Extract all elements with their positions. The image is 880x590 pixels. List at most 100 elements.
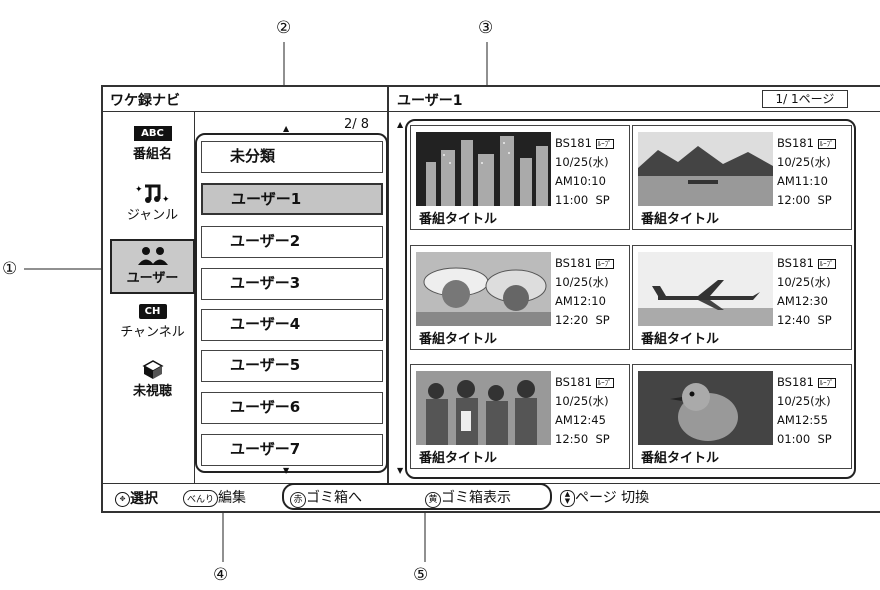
schedule-icon: ﾙｰﾌﾟ bbox=[817, 258, 836, 269]
footer-edit: べんり 編集 bbox=[183, 487, 246, 507]
recording-card[interactable]: BS181 ﾙｰﾌﾟ 10/25(水) AM10:10 11:00 SP 番組タイトル bbox=[410, 125, 630, 230]
screen-title: ワケ録ナビ bbox=[110, 93, 180, 109]
start-time: AM12:30 bbox=[777, 294, 828, 308]
sidebar-item-label: 未視聴 bbox=[132, 384, 172, 399]
footer-trash-show: 黄ゴミ箱表示 bbox=[425, 487, 511, 508]
recording-card[interactable]: BS181 ﾙｰﾌﾟ 10/25(水) AM11:10 12:00 SP 番組タイトル bbox=[632, 125, 852, 230]
recording-card[interactable]: BS181 ﾙｰﾌﾟ 10/25(水) AM12:30 12:40 SP 番組タイトル bbox=[632, 245, 852, 350]
sidebar-item-label: チャンネル bbox=[120, 325, 185, 340]
start-time: AM11:10 bbox=[777, 174, 828, 188]
start-time: AM12:10 bbox=[555, 294, 606, 308]
thumbnail-image bbox=[638, 371, 773, 445]
footer-trash: 赤ゴミ箱へ bbox=[290, 487, 362, 508]
end-time: 12:40 bbox=[777, 313, 811, 327]
program-title: 番組タイトル bbox=[419, 332, 498, 347]
dpad-icon: ✥ bbox=[115, 491, 130, 507]
start-time: AM10:10 bbox=[555, 174, 606, 188]
music-genre-icon: ✦ ✦ bbox=[135, 184, 170, 204]
start-time: AM12:55 bbox=[777, 413, 828, 427]
users-icon bbox=[137, 247, 168, 265]
channel-label: BS181 bbox=[777, 375, 814, 389]
program-title: 番組タイトル bbox=[419, 451, 498, 466]
program-title: 番組タイトル bbox=[419, 212, 498, 227]
svg-text:✦: ✦ bbox=[162, 195, 170, 204]
sidebar-item-title[interactable]: ABC 番組名 bbox=[110, 120, 195, 182]
date-label: 10/25(水) bbox=[777, 155, 831, 169]
recording-meta: BS181 ﾙｰﾌﾟ 10/25(水) AM12:55 01:00 SP bbox=[777, 373, 836, 449]
scroll-down-icon[interactable]: ▼ bbox=[283, 466, 289, 475]
recording-meta: BS181 ﾙｰﾌﾟ 10/25(水) AM10:10 11:00 SP bbox=[555, 134, 614, 210]
sidebar-item-label: 番組名 bbox=[132, 147, 172, 162]
rec-mode: SP bbox=[817, 193, 832, 207]
yellow-key-icon: 黄 bbox=[425, 492, 441, 508]
grid-scroll-down-icon[interactable]: ▼ bbox=[397, 466, 403, 475]
page-updown-icon: ▲ ▼ bbox=[560, 489, 575, 507]
program-title: 番組タイトル bbox=[641, 451, 720, 466]
select-label: 選択 bbox=[130, 491, 158, 507]
thumbnail-image bbox=[638, 252, 773, 326]
date-label: 10/25(水) bbox=[777, 275, 831, 289]
channel-label: BS181 bbox=[555, 256, 592, 270]
folder-item[interactable]: ユーザー7 bbox=[201, 434, 383, 466]
trash-show-label: ゴミ箱表示 bbox=[441, 490, 511, 506]
start-time: AM12:45 bbox=[555, 413, 606, 427]
folder-item[interactable]: 未分類 bbox=[201, 141, 383, 173]
rec-mode: SP bbox=[817, 313, 832, 327]
date-label: 10/25(水) bbox=[555, 275, 609, 289]
end-time: 12:50 bbox=[555, 432, 589, 446]
sidebar-item-label: ジャンル bbox=[126, 208, 179, 223]
date-label: 10/25(水) bbox=[555, 155, 609, 169]
date-label: 10/25(水) bbox=[777, 394, 831, 408]
rec-mode: SP bbox=[595, 313, 610, 327]
channel-label: BS181 bbox=[777, 136, 814, 150]
scroll-up-icon[interactable]: ▲ bbox=[283, 124, 289, 133]
sidebar-item-channel[interactable]: CH チャンネル bbox=[110, 300, 195, 356]
thumbnail-image bbox=[416, 132, 551, 206]
folder-title: ユーザー1 bbox=[397, 93, 463, 109]
trash-label: ゴミ箱へ bbox=[306, 490, 362, 506]
edit-label: 編集 bbox=[218, 490, 247, 506]
rec-mode: SP bbox=[595, 432, 610, 446]
folder-item[interactable]: ユーザー3 bbox=[201, 268, 383, 300]
grid-scroll-up-icon[interactable]: ▲ bbox=[397, 120, 403, 129]
recording-card[interactable]: BS181 ﾙｰﾌﾟ 10/25(水) AM12:55 01:00 SP 番組タイトル bbox=[632, 364, 852, 469]
rec-mode: SP bbox=[817, 432, 832, 446]
end-time: 11:00 bbox=[555, 193, 589, 207]
schedule-icon: ﾙｰﾌﾟ bbox=[595, 138, 614, 149]
footer-page-switch: ▲ ▼ ページ 切換 bbox=[560, 487, 649, 507]
folder-item-selected[interactable]: ユーザー1 bbox=[201, 183, 383, 215]
schedule-icon: ﾙｰﾌﾟ bbox=[595, 377, 614, 388]
date-label: 10/25(水) bbox=[555, 394, 609, 408]
recording-meta: BS181 ﾙｰﾌﾟ 10/25(水) AM11:10 12:00 SP bbox=[777, 134, 836, 210]
red-key-icon: 赤 bbox=[290, 492, 306, 508]
recording-meta: BS181 ﾙｰﾌﾟ 10/25(水) AM12:45 12:50 SP bbox=[555, 373, 614, 449]
footer-select: ✥ 選択 bbox=[115, 488, 158, 508]
abc-badge-icon: ABC bbox=[133, 126, 172, 141]
channel-label: BS181 bbox=[777, 256, 814, 270]
sidebar-item-genre[interactable]: ✦ ✦ ジャンル bbox=[110, 182, 195, 238]
sidebar-item-unwatched[interactable]: 未視聴 bbox=[110, 358, 195, 414]
end-time: 12:00 bbox=[777, 193, 811, 207]
page-switch-label: ページ 切換 bbox=[575, 490, 650, 506]
sidebar-item-label: ユーザー bbox=[126, 271, 179, 286]
schedule-icon: ﾙｰﾌﾟ bbox=[817, 377, 836, 388]
page-indicator: 1/ 1ページ bbox=[762, 90, 848, 108]
unwatched-box-icon bbox=[141, 360, 164, 379]
thumbnail-image bbox=[416, 252, 551, 326]
channel-label: BS181 bbox=[555, 136, 592, 150]
ch-badge-icon: CH bbox=[138, 304, 167, 319]
svg-text:✦: ✦ bbox=[135, 185, 143, 195]
folder-item[interactable]: ユーザー6 bbox=[201, 392, 383, 424]
schedule-icon: ﾙｰﾌﾟ bbox=[817, 138, 836, 149]
thumbnail-image bbox=[416, 371, 551, 445]
end-time: 12:20 bbox=[555, 313, 589, 327]
folder-item[interactable]: ユーザー5 bbox=[201, 350, 383, 382]
recording-card[interactable]: BS181 ﾙｰﾌﾟ 10/25(水) AM12:45 12:50 SP 番組タイトル bbox=[410, 364, 630, 469]
program-title: 番組タイトル bbox=[641, 212, 720, 227]
recording-meta: BS181 ﾙｰﾌﾟ 10/25(水) AM12:30 12:40 SP bbox=[777, 254, 836, 330]
sidebar-item-user[interactable]: ユーザー bbox=[110, 239, 195, 294]
program-title: 番組タイトル bbox=[641, 332, 720, 347]
recording-card[interactable]: BS181 ﾙｰﾌﾟ 10/25(水) AM12:10 12:20 SP 番組タイトル bbox=[410, 245, 630, 350]
folder-item[interactable]: ユーザー4 bbox=[201, 309, 383, 341]
folder-item[interactable]: ユーザー2 bbox=[201, 226, 383, 258]
